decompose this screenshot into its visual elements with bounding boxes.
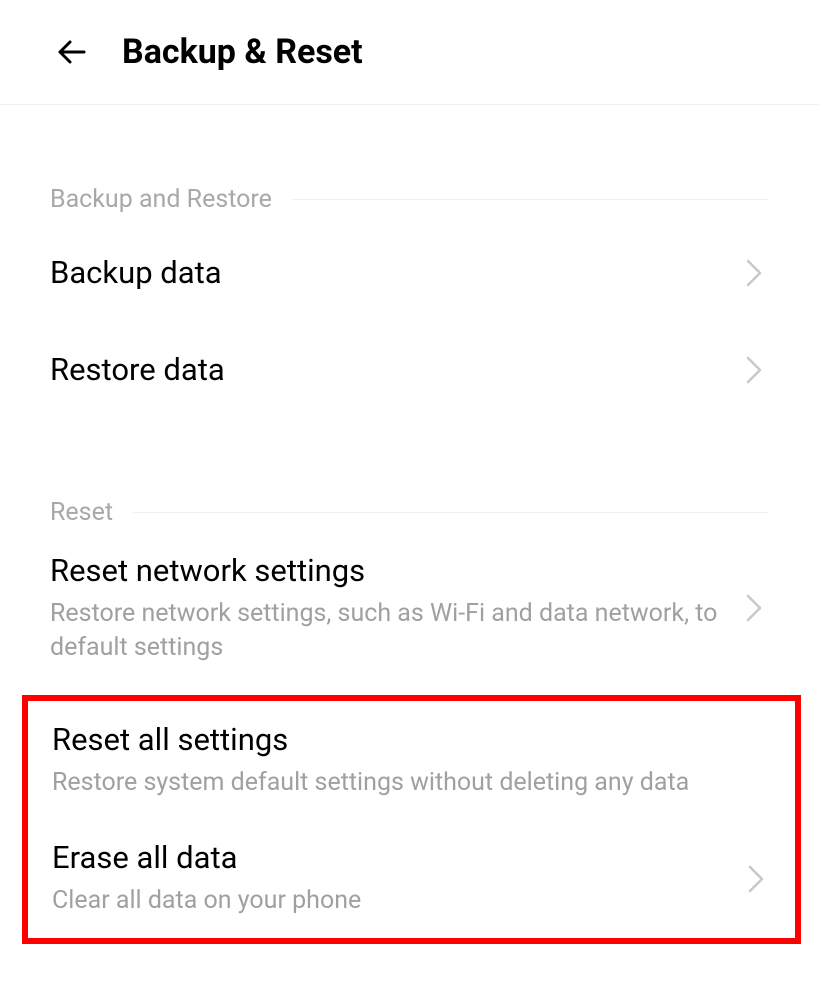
list-item-title: Backup data xyxy=(50,254,729,291)
list-item-reset-network[interactable]: Reset network settings Restore network s… xyxy=(0,532,819,685)
chevron-right-icon xyxy=(739,258,769,288)
section-header-reset: Reset xyxy=(0,498,819,527)
highlight-annotation: Reset all settings Restore system defaul… xyxy=(22,695,801,945)
list-item-title: Reset all settings xyxy=(52,721,771,758)
divider xyxy=(133,512,769,513)
section-header-label: Backup and Restore xyxy=(50,185,272,214)
divider xyxy=(292,199,769,200)
chevron-right-icon xyxy=(741,864,771,894)
list-item-reset-all[interactable]: Reset all settings Restore system defaul… xyxy=(28,701,795,820)
list-item-text: Reset all settings Restore system defaul… xyxy=(52,721,771,800)
chevron-right-icon xyxy=(739,355,769,385)
list-item-subtitle: Clear all data on your phone xyxy=(52,884,731,918)
list-item-title: Restore data xyxy=(50,351,729,388)
list-item-subtitle: Restore network settings, such as Wi-Fi … xyxy=(50,597,729,665)
list-item-text: Reset network settings Restore network s… xyxy=(50,552,729,665)
list-item-subtitle: Restore system default settings without … xyxy=(52,766,771,800)
list-item-title: Reset network settings xyxy=(50,552,729,589)
list-item-restore-data[interactable]: Restore data xyxy=(0,321,819,418)
content-area: Backup and Restore Backup data Restore d… xyxy=(0,185,819,944)
list-item-backup-data[interactable]: Backup data xyxy=(0,224,819,321)
header-bar: Backup & Reset xyxy=(0,0,819,105)
list-item-text: Erase all data Clear all data on your ph… xyxy=(52,839,731,918)
list-item-text: Backup data xyxy=(50,254,729,291)
list-item-title: Erase all data xyxy=(52,839,731,876)
list-item-erase-all[interactable]: Erase all data Clear all data on your ph… xyxy=(28,819,795,938)
section-header-label: Reset xyxy=(50,498,113,527)
back-icon[interactable] xyxy=(50,30,94,74)
chevron-right-icon xyxy=(739,593,769,623)
list-item-text: Restore data xyxy=(50,351,729,388)
section-header-backup: Backup and Restore xyxy=(0,185,819,214)
page-title: Backup & Reset xyxy=(122,32,363,72)
